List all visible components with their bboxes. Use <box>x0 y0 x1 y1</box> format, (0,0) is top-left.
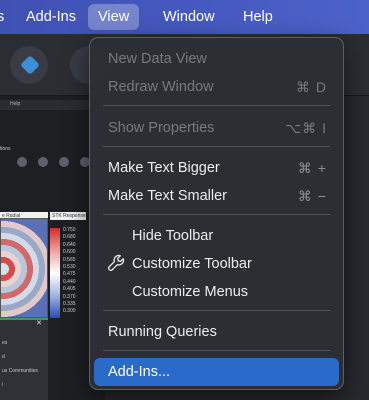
view-menu: New Data View Redraw Window ⌘ D Show Pro… <box>89 37 344 390</box>
toolbar-button[interactable] <box>10 46 48 84</box>
layers-panel-line: us Communities <box>2 368 38 374</box>
wrench-icon <box>107 254 125 272</box>
layers-panel-line: i <box>2 382 4 388</box>
menu-separator <box>103 310 330 311</box>
colorbar-labels: 0.750 0.680 0.640 0.600 0.565 0.530 0.47… <box>63 227 76 315</box>
menu-separator <box>103 214 330 215</box>
shortcut-make-text-smaller: ⌘ − <box>297 188 327 204</box>
shortcut-show-properties: ⌥⌘ I <box>285 120 327 136</box>
menu-separator <box>103 350 330 351</box>
menu-separator <box>103 105 330 106</box>
menubar-item-add-ins[interactable]: Add-Ins <box>26 4 76 30</box>
menubar: s Add-Ins View Window Help <box>0 0 369 34</box>
mini-section-label: tions <box>0 146 11 152</box>
response-panel-title: STK Response <box>52 213 86 219</box>
shortcut-make-text-bigger: ⌘ + <box>297 160 327 176</box>
mini-tool-icon[interactable] <box>38 157 48 167</box>
layers-panel-line: d <box>2 354 5 360</box>
mini-tool-icon[interactable] <box>59 157 69 167</box>
menu-item-hide-toolbar[interactable]: Hide Toolbar <box>132 226 213 246</box>
menubar-item-partial[interactable]: s <box>0 4 4 30</box>
mini-menu-help: Help <box>10 101 21 107</box>
menu-separator <box>103 146 330 147</box>
menu-item-add-ins[interactable]: Add-Ins... <box>108 362 170 382</box>
menu-item-customize-toolbar[interactable]: Customize Toolbar <box>132 254 252 274</box>
layers-panel: es d us Communities i <box>0 318 48 400</box>
menu-item-new-data-view[interactable]: New Data View <box>108 49 207 69</box>
menu-item-make-text-smaller[interactable]: Make Text Smaller <box>108 186 227 206</box>
menubar-item-window[interactable]: Window <box>163 4 215 30</box>
response-panel-header: STK Response <box>50 212 86 220</box>
menu-item-running-queries[interactable]: Running Queries <box>108 322 217 342</box>
menu-item-show-properties[interactable]: Show Properties <box>108 118 214 138</box>
mini-tool-icon[interactable] <box>17 157 27 167</box>
app-logo-icon <box>20 55 40 75</box>
layers-panel-line: es <box>2 340 8 346</box>
menubar-item-help[interactable]: Help <box>243 4 273 30</box>
colorbar <box>50 228 60 318</box>
menubar-item-view[interactable]: View <box>88 4 140 30</box>
shortcut-redraw-window: ⌘ D <box>296 79 327 95</box>
menu-item-redraw-window[interactable]: Redraw Window <box>108 77 214 97</box>
menu-item-make-text-bigger[interactable]: Make Text Bigger <box>108 158 220 178</box>
close-icon[interactable]: ✕ <box>34 320 44 328</box>
menu-item-customize-menus[interactable]: Customize Menus <box>132 282 248 302</box>
radial-heatmap <box>0 218 48 318</box>
